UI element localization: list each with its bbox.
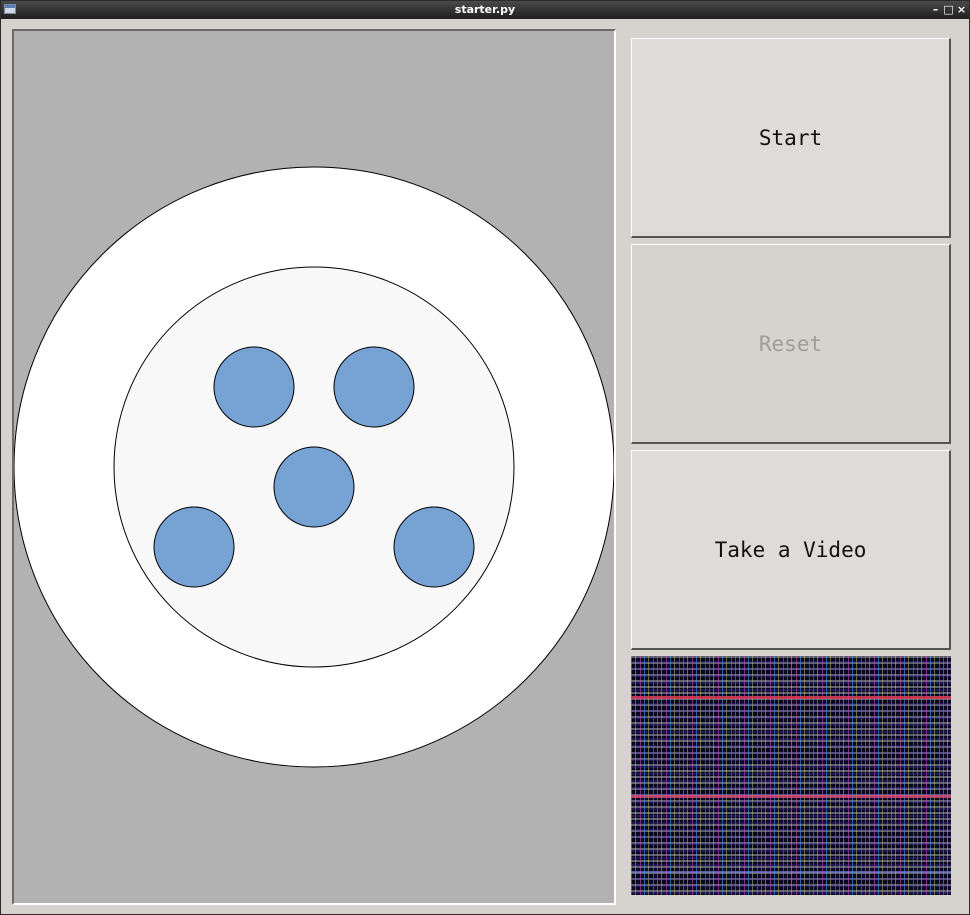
title-bar[interactable]: starter.py – □ × (1, 1, 969, 19)
take-video-button[interactable]: Take a Video (631, 450, 951, 650)
marker-top-left (213, 346, 295, 428)
maximize-button[interactable]: □ (943, 3, 954, 16)
start-button[interactable]: Start (631, 38, 951, 238)
marker-bottom-right (393, 506, 475, 588)
marker-bottom-left (153, 506, 235, 588)
close-button[interactable]: × (956, 3, 967, 16)
canvas-drawing (14, 166, 614, 768)
video-preview (631, 656, 951, 895)
window-title: starter.py (454, 3, 516, 16)
minimize-button[interactable]: – (930, 3, 941, 16)
marker-center (273, 446, 355, 528)
simulation-canvas[interactable] (12, 29, 616, 905)
reset-button[interactable]: Reset (631, 244, 951, 444)
marker-top-right (333, 346, 415, 428)
app-window: starter.py – □ × Start Reset Take a Vide… (0, 0, 970, 915)
